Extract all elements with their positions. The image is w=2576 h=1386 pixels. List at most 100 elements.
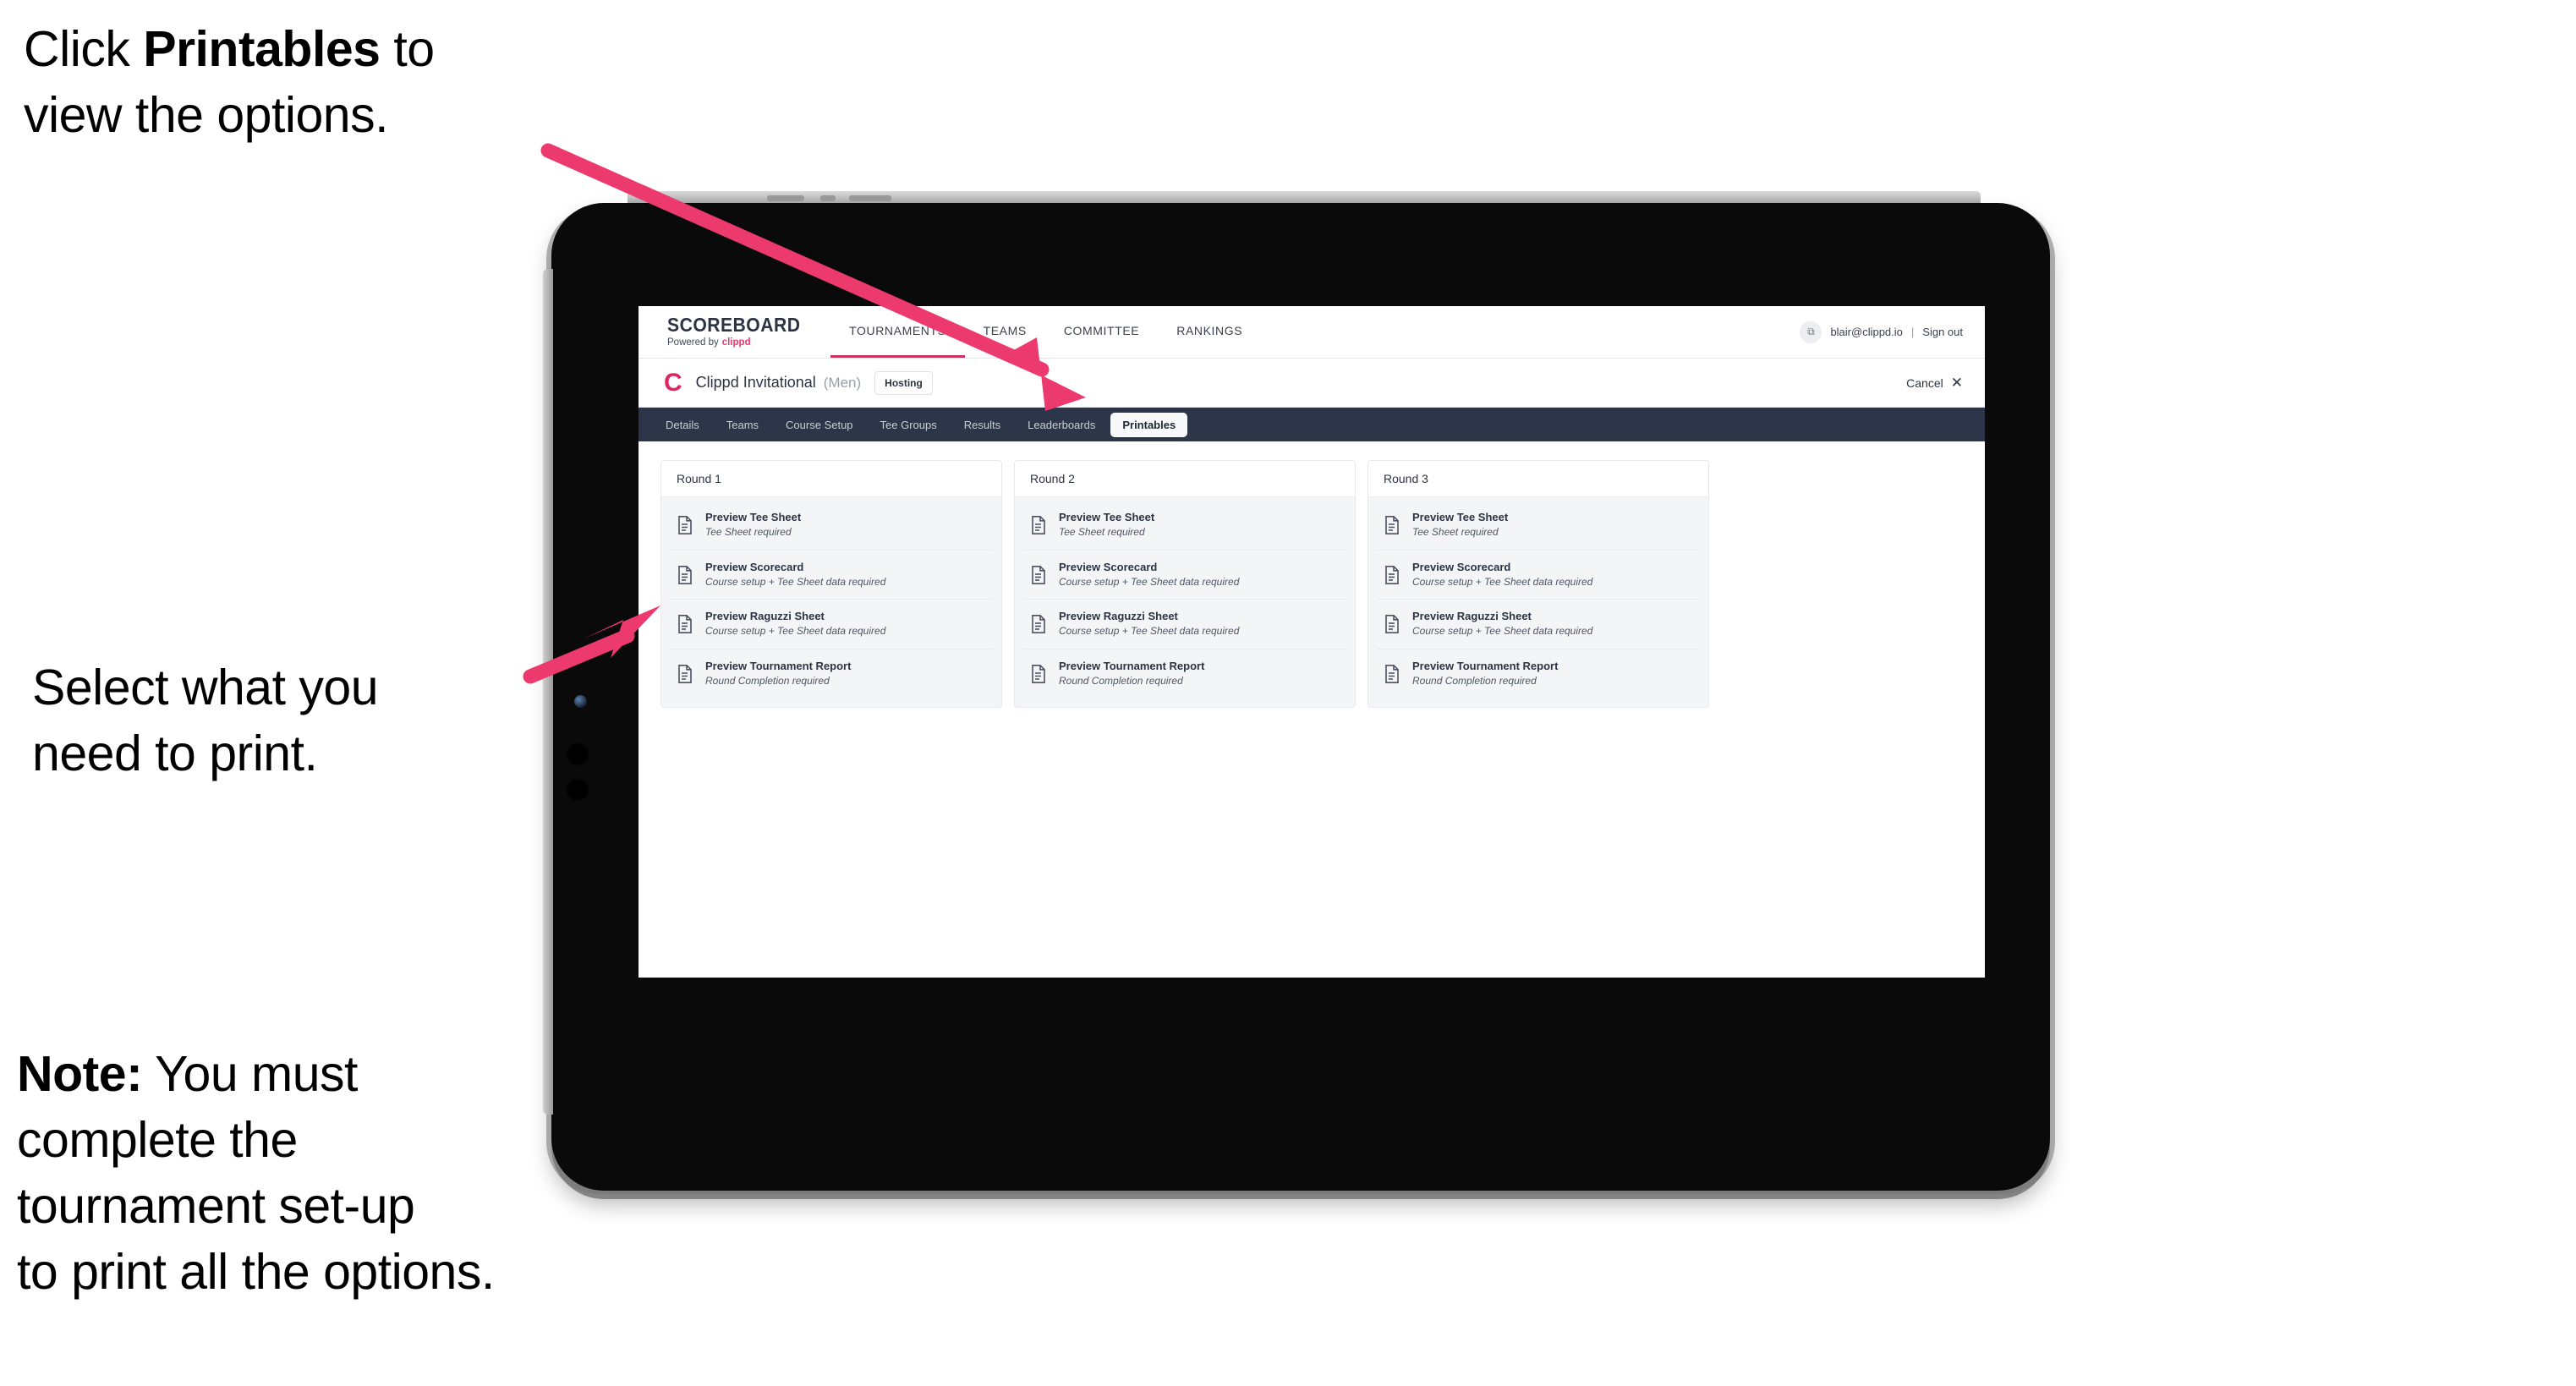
annotation-select-to-print: Select what you need to print.	[32, 660, 379, 781]
printable-text: Preview Raguzzi Sheet Course setup + Tee …	[705, 611, 885, 638]
tablet-left-edge	[543, 269, 553, 1115]
printable-row[interactable]: Preview Tournament Report Round Completio…	[670, 649, 993, 698]
section-tabbar: Details Teams Course Setup Tee Groups Re…	[639, 408, 1985, 441]
tablet-device: SCOREBOARD Powered by clippd TOURNAMENTS…	[543, 191, 2050, 1191]
printable-requirement: Course setup + Tee Sheet data required	[705, 625, 886, 638]
cancel-label: Cancel	[1906, 375, 1943, 390]
tablet-rail-nub	[849, 195, 891, 201]
printable-text: Preview Tournament Report Round Completio…	[1059, 660, 1204, 688]
brand-powered-by: Powered by	[667, 337, 719, 348]
printable-requirement: Round Completion required	[1059, 675, 1183, 688]
document-icon	[1030, 614, 1047, 634]
printable-text: Preview Tee Sheet Tee Sheet required	[1412, 511, 1509, 539]
tablet-rail-nub	[820, 195, 836, 201]
printable-requirement: Course setup + Tee Sheet data required	[705, 575, 886, 588]
status-badge: Hosting	[874, 370, 933, 395]
document-icon	[1030, 515, 1047, 535]
printable-title: Preview Raguzzi Sheet	[1412, 610, 1532, 623]
tab-printables[interactable]: Printables	[1110, 412, 1188, 437]
printable-row[interactable]: Preview Tournament Report Round Completio…	[1377, 649, 1700, 698]
document-icon	[677, 565, 693, 585]
brand-subtitle: Powered by clippd	[667, 338, 812, 348]
printable-title: Preview Tournament Report	[1059, 660, 1205, 673]
printable-row[interactable]: Preview Tee Sheet Tee Sheet required	[670, 501, 993, 551]
cancel-button[interactable]: Cancel ✕	[1906, 375, 1963, 390]
printable-row[interactable]: Preview Scorecard Course setup + Tee Shee…	[670, 551, 993, 600]
sign-out-link[interactable]: Sign out	[1922, 326, 1963, 338]
tab-results[interactable]: Results	[952, 413, 1012, 437]
tournament-titlebar: C Clippd Invitational (Men) Hosting Canc…	[639, 359, 1985, 408]
close-icon: ✕	[1950, 375, 1963, 391]
document-icon	[1030, 565, 1047, 585]
printable-row[interactable]: Preview Raguzzi Sheet Course setup + Tee …	[1377, 600, 1700, 650]
printable-requirement: Course setup + Tee Sheet data required	[1412, 625, 1593, 638]
printable-title: Preview Tee Sheet	[705, 511, 802, 523]
printable-text: Preview Raguzzi Sheet Course setup + Tee …	[1412, 611, 1592, 638]
printable-requirement: Course setup + Tee Sheet data required	[1059, 625, 1240, 638]
printable-row[interactable]: Preview Tee Sheet Tee Sheet required	[1023, 501, 1346, 551]
printable-text: Preview Scorecard Course setup + Tee Shee…	[705, 560, 886, 589]
printable-row[interactable]: Preview Scorecard Course setup + Tee Shee…	[1023, 551, 1346, 600]
printable-title: Preview Tee Sheet	[1412, 511, 1509, 523]
tab-tee-groups[interactable]: Tee Groups	[869, 413, 949, 437]
app-topbar: SCOREBOARD Powered by clippd TOURNAMENTS…	[639, 306, 1985, 359]
round-title: Round 1	[661, 461, 1001, 497]
printable-text: Preview Scorecard Course setup + Tee Shee…	[1059, 561, 1240, 589]
tab-details[interactable]: Details	[654, 413, 711, 437]
tab-leaderboards[interactable]: Leaderboards	[1016, 413, 1107, 437]
printable-title: Preview Raguzzi Sheet	[1059, 610, 1178, 623]
round-items: Preview Tee Sheet Tee Sheet required Previ…	[1368, 497, 1708, 707]
camera-icon	[574, 695, 587, 708]
printable-title: Preview Tournament Report	[1412, 660, 1559, 673]
clippd-logo-icon: C	[664, 368, 682, 397]
tablet-button-volume-up[interactable]	[566, 742, 589, 766]
document-icon	[1384, 614, 1400, 634]
brand-logo: SCOREBOARD Powered by clippd	[639, 306, 830, 358]
printable-row[interactable]: Preview Tee Sheet Tee Sheet required	[1377, 501, 1700, 551]
page-root: Click Printables to view the options. Se…	[0, 0, 2576, 1386]
printable-text: Preview Tee Sheet Tee Sheet required	[1059, 511, 1155, 539]
round-column: Round 2 Preview Tee Sheet Tee Sheet requir…	[1014, 460, 1356, 708]
printable-requirement: Round Completion required	[1412, 675, 1537, 688]
topnav-item-tournaments[interactable]: TOURNAMENTS	[830, 306, 965, 358]
tournament-gender: (Men)	[823, 374, 862, 391]
tablet-rail-nub	[767, 195, 804, 201]
printable-row[interactable]: Preview Tournament Report Round Completio…	[1023, 649, 1346, 698]
printable-text: Preview Scorecard Course setup + Tee Shee…	[1412, 561, 1592, 589]
printables-content: Round 1 Preview Tee Sheet Tee Sheet requir…	[639, 441, 1985, 726]
tab-course-setup[interactable]: Course Setup	[774, 413, 865, 437]
brand-clippd: clippd	[721, 337, 751, 348]
printable-text: Preview Raguzzi Sheet Course setup + Tee …	[1059, 611, 1239, 638]
printable-text: Preview Tournament Report Round Completio…	[705, 660, 851, 688]
document-icon	[1384, 565, 1400, 585]
printable-row[interactable]: Preview Raguzzi Sheet Course setup + Tee …	[1023, 600, 1346, 650]
document-icon	[677, 515, 693, 535]
printable-requirement: Tee Sheet required	[1059, 525, 1145, 538]
document-icon	[1384, 664, 1400, 684]
round-column: Round 1 Preview Tee Sheet Tee Sheet requir…	[660, 460, 1002, 708]
tab-teams[interactable]: Teams	[715, 413, 770, 437]
avatar[interactable]: ⧉	[1800, 320, 1822, 343]
printable-row[interactable]: Preview Scorecard Course setup + Tee Shee…	[1377, 551, 1700, 600]
printable-requirement: Round Completion required	[705, 675, 830, 688]
round-column: Round 3 Preview Tee Sheet Tee Sheet requir…	[1367, 460, 1709, 708]
printable-requirement: Course setup + Tee Sheet data required	[1059, 575, 1240, 588]
annotation-click-printables: Click Printables to view the options.	[24, 21, 435, 143]
printable-text: Preview Tournament Report Round Completio…	[1412, 660, 1558, 688]
printable-title: Preview Scorecard	[705, 560, 804, 573]
printable-title: Preview Tee Sheet	[1059, 511, 1155, 523]
topnav-item-teams[interactable]: TEAMS	[965, 306, 1045, 358]
tablet-button-volume-down[interactable]	[566, 778, 589, 802]
round-title: Round 3	[1368, 461, 1708, 497]
printable-title: Preview Raguzzi Sheet	[705, 610, 825, 623]
app-screen: SCOREBOARD Powered by clippd TOURNAMENTS…	[639, 306, 1985, 978]
round-items: Preview Tee Sheet Tee Sheet required Previ…	[661, 497, 1001, 707]
document-icon	[1030, 664, 1047, 684]
round-title: Round 2	[1015, 461, 1355, 497]
topnav-item-committee[interactable]: COMMITTEE	[1045, 306, 1158, 358]
printable-row[interactable]: Preview Raguzzi Sheet Course setup + Tee …	[670, 600, 993, 650]
brand-title: SCOREBOARD	[667, 314, 801, 337]
document-icon	[1384, 515, 1400, 535]
topnav-item-rankings[interactable]: RANKINGS	[1158, 306, 1261, 358]
printable-requirement: Tee Sheet required	[1412, 525, 1499, 538]
